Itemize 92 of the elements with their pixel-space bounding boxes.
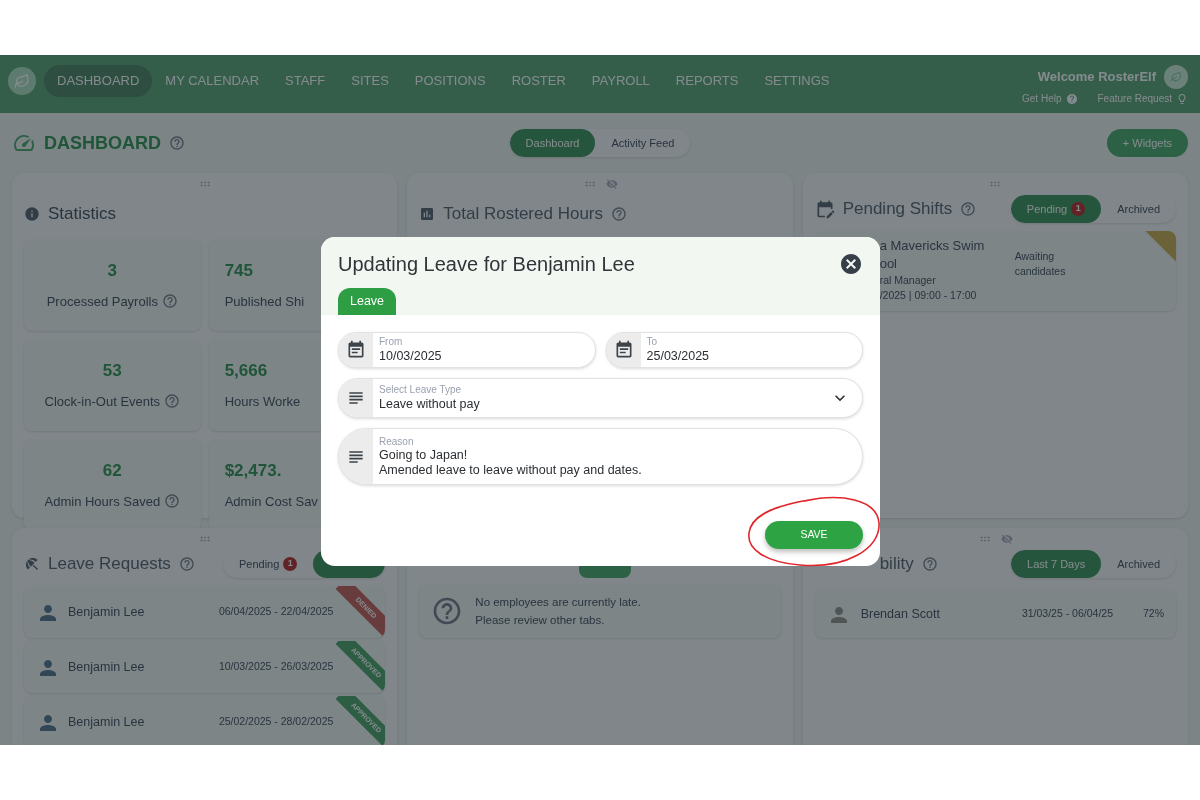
shift-status: Awaiting candidates <box>1014 249 1067 279</box>
empty-message: No employees are currently late. <box>475 595 641 610</box>
employee-name: Benjamin Lee <box>68 603 145 621</box>
stat-label: Processed Payrolls <box>46 292 158 311</box>
nav-tab[interactable]: SITES <box>338 65 402 97</box>
card-title: bility <box>879 553 914 576</box>
stat-value: 5,666 <box>224 360 268 382</box>
close-button[interactable] <box>839 252 863 276</box>
welcome-text: Welcome RosterElf <box>1037 68 1156 87</box>
filter-tab[interactable]: Archived <box>1101 195 1176 223</box>
field-value: 25/03/2025 <box>646 348 711 364</box>
add-widgets-button[interactable]: + Widgets <box>1106 129 1188 157</box>
nav-tab[interactable]: POSITIONS <box>401 65 499 97</box>
field-label: Reason <box>379 435 415 448</box>
calendar-icon <box>346 340 366 360</box>
user-avatar[interactable] <box>1164 65 1188 89</box>
save-button[interactable]: SAVE <box>765 521 863 549</box>
card-title: Leave Requests <box>48 553 171 576</box>
leave-dates: 06/04/2025 - 22/04/2025 <box>218 604 334 620</box>
stat-label: Admin Hours Saved <box>44 492 161 511</box>
card-title: Total Rostered Hours <box>443 203 603 225</box>
field-value: 10/03/2025 <box>379 348 443 364</box>
field-label: To <box>646 336 659 348</box>
filter-tab[interactable]: Pending 1 <box>1010 195 1102 223</box>
help-icon[interactable] <box>960 201 977 217</box>
shift-detail: a Mavericks Swim <box>879 237 986 255</box>
empty-message: Please review other tabs. <box>475 613 606 628</box>
shift-detail: ral Manager <box>879 273 937 288</box>
help-icon[interactable] <box>921 556 938 572</box>
shift-detail: ool <box>879 255 898 273</box>
employee-name: Benjamin Lee <box>68 658 145 676</box>
app-logo-icon[interactable] <box>8 67 36 95</box>
dialog-tab[interactable]: Leave <box>338 288 397 315</box>
availability-percent: 72% <box>1143 606 1164 622</box>
stat-label: Clock-in-Out Events <box>44 392 161 411</box>
beach-umbrella-icon <box>24 556 40 572</box>
shift-detail: /2025 | 09:00 - 17:00 <box>879 288 978 303</box>
page-title: DASHBOARD <box>44 131 161 155</box>
filter-tab[interactable]: Activity Feed <box>595 129 691 157</box>
dialog-title: Updating Leave for Benjamin Lee <box>338 252 635 277</box>
stat-label: Published Shi <box>224 292 305 311</box>
drag-handle-icon[interactable] <box>582 178 598 190</box>
help-icon[interactable] <box>178 556 195 572</box>
visibility-off-icon[interactable] <box>1001 533 1014 545</box>
leave-dates: 10/03/2025 - 26/03/2025 <box>218 659 334 675</box>
count-badge: 1 <box>283 557 298 571</box>
filter-tab[interactable]: Archived <box>1101 550 1176 578</box>
employee-name: Brendan Scott <box>860 605 940 623</box>
field-value: Going to Japan! <box>379 447 469 463</box>
help-icon[interactable] <box>611 205 627 222</box>
filter-tab[interactable]: Last 7 Days <box>1011 550 1102 578</box>
employee-name: Benjamin Lee <box>68 713 145 731</box>
nav-tab[interactable]: REPORTS <box>662 65 752 97</box>
bar-chart-icon <box>419 205 436 222</box>
card-title: Pending Shifts <box>842 198 953 221</box>
leave-type-dropdown[interactable]: Select Leave Type Leave without pay <box>338 378 863 418</box>
help-icon[interactable] <box>161 293 178 310</box>
field-value: Amended leave to leave without pay and dates. <box>379 462 643 478</box>
get-help-link[interactable]: Get Help <box>1022 91 1078 106</box>
card-title: Statistics <box>48 203 117 225</box>
leave-dates: 25/02/2025 - 28/02/2025 <box>218 714 334 730</box>
date-field[interactable]: To 25/03/2025 <box>605 332 863 368</box>
feature-request-link[interactable]: Feature Request <box>1097 91 1188 106</box>
reason-field[interactable]: Reason Going to Japan! Amended leave to leave without pay and dates. <box>338 428 863 485</box>
nav-tab[interactable]: STAFF <box>272 65 339 97</box>
stat-value: $2,473. <box>224 460 282 482</box>
field-label: Select Leave Type <box>379 384 463 396</box>
nav-tab[interactable]: MY CALENDAR <box>152 65 273 97</box>
availability-row[interactable]: Brendan Scott 31/03/25 - 06/04/25 72% <box>814 590 1176 638</box>
help-icon[interactable] <box>169 135 185 151</box>
stat-value: 53 <box>102 360 122 382</box>
visibility-off-icon[interactable] <box>606 178 618 190</box>
lightbulb-icon <box>1176 92 1188 105</box>
stat-value: 745 <box>224 260 254 282</box>
availability-dates: 31/03/25 - 06/04/25 <box>1021 606 1113 622</box>
nav-tab[interactable]: PAYROLL <box>578 65 663 97</box>
nav-tab[interactable]: SETTINGS <box>751 65 843 97</box>
stat-value: 62 <box>102 460 122 482</box>
stat-label: Hours Worke <box>224 392 301 411</box>
count-badge: 1 <box>1071 202 1086 216</box>
help-icon[interactable] <box>164 493 181 510</box>
nav-tab[interactable]: DASHBOARD <box>44 65 153 97</box>
nav-tab[interactable]: ROSTER <box>498 65 579 97</box>
date-field[interactable]: From 10/03/2025 <box>338 332 596 368</box>
stat-label: Admin Cost Sav <box>224 492 318 511</box>
filter-tab[interactable]: Dashboard <box>509 129 596 157</box>
help-icon <box>1065 92 1078 105</box>
stat-value: 3 <box>107 260 118 282</box>
field-value: Leave without pay <box>379 396 481 412</box>
info-icon <box>24 205 40 222</box>
field-label: From <box>379 336 404 348</box>
help-icon[interactable] <box>164 393 181 410</box>
